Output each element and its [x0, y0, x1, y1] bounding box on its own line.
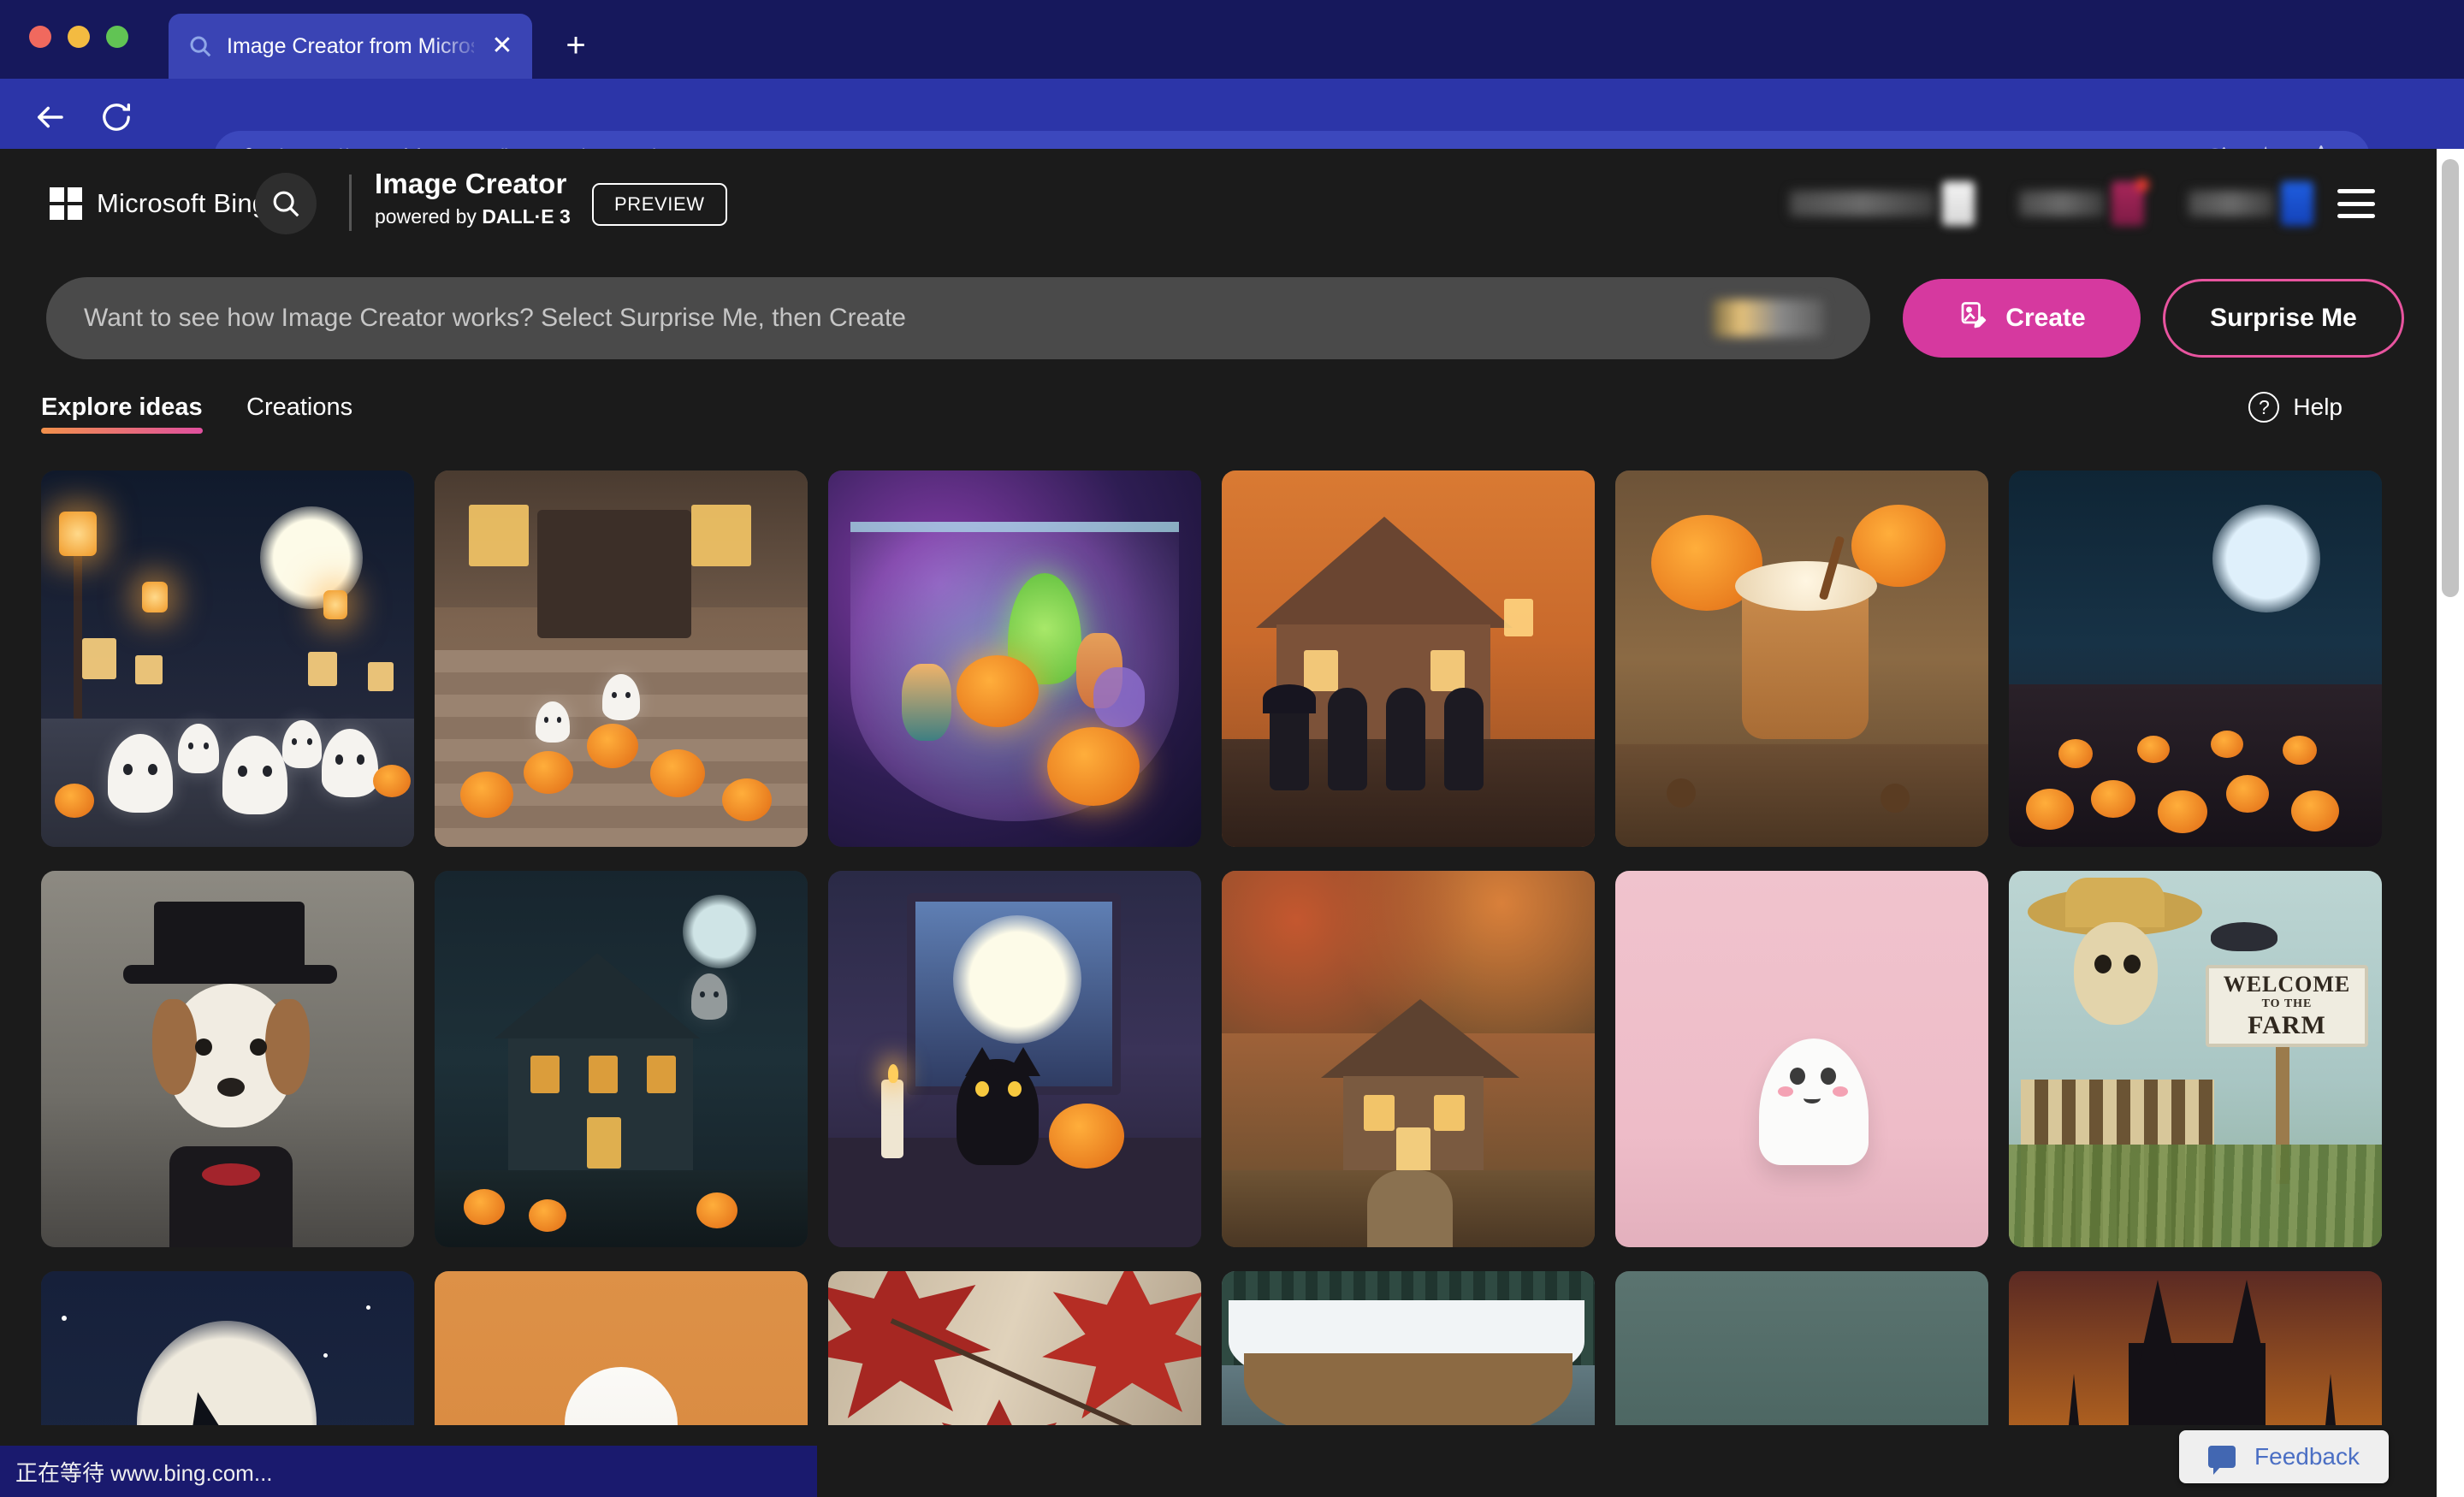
close-window-button[interactable]	[29, 26, 51, 48]
back-arrow-icon[interactable]	[27, 95, 72, 139]
browser-tab-title: Image Creator from Microsoft B	[227, 34, 474, 59]
header-account-area	[1790, 181, 2375, 226]
help-label: Help	[2293, 393, 2343, 421]
scrollbar-thumb[interactable]	[2442, 159, 2459, 597]
tab-explore-ideas[interactable]: Explore ideas	[41, 393, 203, 434]
profile-avatar[interactable]	[2281, 181, 2313, 226]
boost-counter-blurred	[1713, 299, 1824, 337]
page-scrollbar[interactable]	[2437, 149, 2464, 1497]
surprise-me-label: Surprise Me	[2210, 304, 2357, 333]
account-rewards-group[interactable]	[1790, 181, 1975, 226]
tab-creations-label: Creations	[246, 393, 352, 421]
account-profile-group[interactable]	[2189, 181, 2313, 226]
gallery-tile-dog-top-hat-portrait[interactable]	[41, 871, 414, 1247]
powered-by-label: powered by DALL·E 3	[375, 205, 571, 228]
account-label-blurred	[1790, 191, 1935, 216]
gallery-tile-kids-costumes-village[interactable]	[1222, 470, 1595, 847]
hamburger-menu-icon[interactable]	[2337, 189, 2375, 218]
header-divider	[349, 175, 352, 231]
speech-bubble-icon	[2208, 1446, 2236, 1468]
avatar[interactable]	[1942, 181, 1975, 226]
surprise-me-button[interactable]: Surprise Me	[2163, 279, 2404, 358]
gallery-tile-scarecrow-welcome-farm[interactable]: WELCOME TO THE FARM	[2009, 871, 2382, 1247]
sign-line-2: TO THE	[2262, 997, 2313, 1011]
tab-explore-ideas-label: Explore ideas	[41, 393, 203, 421]
microsoft-squares-icon	[50, 187, 82, 220]
gallery-tile-porch-pumpkins-house[interactable]	[435, 470, 808, 847]
plus-icon[interactable]: +	[556, 26, 595, 65]
close-icon[interactable]: ✕	[488, 32, 517, 61]
search-icon[interactable]	[255, 173, 317, 234]
browser-toolbar: https://www.bing.com/images/create/	[0, 79, 2464, 149]
notifications-label-blurred	[2019, 191, 2105, 216]
explore-ideas-grid: WELCOME TO THE FARM	[41, 470, 2409, 1497]
page-title: Image Creator	[375, 169, 571, 199]
active-tab-underline	[41, 428, 203, 434]
microsoft-bing-logo[interactable]: Microsoft Bing	[50, 187, 267, 220]
gallery-tile-glowing-punch-bowl[interactable]	[828, 470, 1201, 847]
notification-badge[interactable]	[2112, 181, 2144, 226]
prompt-bar-row: Want to see how Image Creator works? Sel…	[0, 277, 2437, 371]
create-button-label: Create	[2005, 304, 2085, 333]
prompt-input-container[interactable]: Want to see how Image Creator works? Sel…	[46, 277, 1870, 359]
create-button[interactable]: Create	[1903, 279, 2141, 358]
window-traffic-lights	[29, 26, 128, 48]
bing-image-creator-page: Microsoft Bing Image Creator powered by …	[0, 149, 2464, 1497]
help-link[interactable]: ? Help	[2248, 392, 2343, 423]
feedback-button[interactable]: Feedback	[2179, 1430, 2389, 1483]
browser-tab-strip: Image Creator from Microsoft B ✕ +	[0, 0, 2464, 79]
sign-line-3: FARM	[2248, 1011, 2326, 1040]
tab-creations[interactable]: Creations	[246, 393, 352, 434]
powered-by-model: DALL·E 3	[482, 205, 571, 228]
gallery-tile-cute-ghosts-street-night[interactable]	[41, 470, 414, 847]
browser-status-bar: 正在等待 www.bing.com...	[0, 1446, 817, 1497]
product-title-block: Image Creator powered by DALL·E 3	[375, 169, 571, 228]
preview-badge: PREVIEW	[592, 183, 727, 226]
site-header: Microsoft Bing Image Creator powered by …	[0, 149, 2437, 258]
gallery-tile-pumpkin-spice-latte[interactable]	[1615, 470, 1988, 847]
gallery-tile-haunted-mansion[interactable]	[435, 871, 808, 1247]
maximize-window-button[interactable]	[106, 26, 128, 48]
powered-by-prefix: powered by	[375, 205, 482, 228]
question-circle-icon: ?	[2248, 392, 2279, 423]
image-pencil-icon	[1958, 299, 1988, 337]
search-icon	[187, 33, 213, 59]
browser-window: Image Creator from Microsoft B ✕ +	[0, 0, 2464, 1497]
gallery-tile-autumn-forest-cottage[interactable]	[1222, 871, 1595, 1247]
account-notifications-group[interactable]	[2019, 181, 2144, 226]
feedback-button-label: Feedback	[2254, 1443, 2360, 1470]
reload-icon[interactable]	[94, 95, 139, 139]
profile-label-blurred	[2189, 191, 2274, 216]
gallery-tile-moonlit-pumpkin-field[interactable]	[2009, 470, 2382, 847]
gallery-tile-pink-ghost-figurine[interactable]	[1615, 871, 1988, 1247]
minimize-window-button[interactable]	[68, 26, 90, 48]
browser-tab[interactable]: Image Creator from Microsoft B ✕	[169, 14, 532, 79]
gallery-tabs: Explore ideas Creations ? Help	[0, 393, 2437, 455]
brand-label: Microsoft Bing	[97, 188, 267, 219]
prompt-input[interactable]: Want to see how Image Creator works? Sel…	[84, 304, 1713, 333]
gallery-tile-black-cat-window-moon[interactable]	[828, 871, 1201, 1247]
sign-line-1: WELCOME	[2224, 972, 2351, 997]
status-bar-text: 正在等待 www.bing.com...	[15, 1456, 273, 1488]
